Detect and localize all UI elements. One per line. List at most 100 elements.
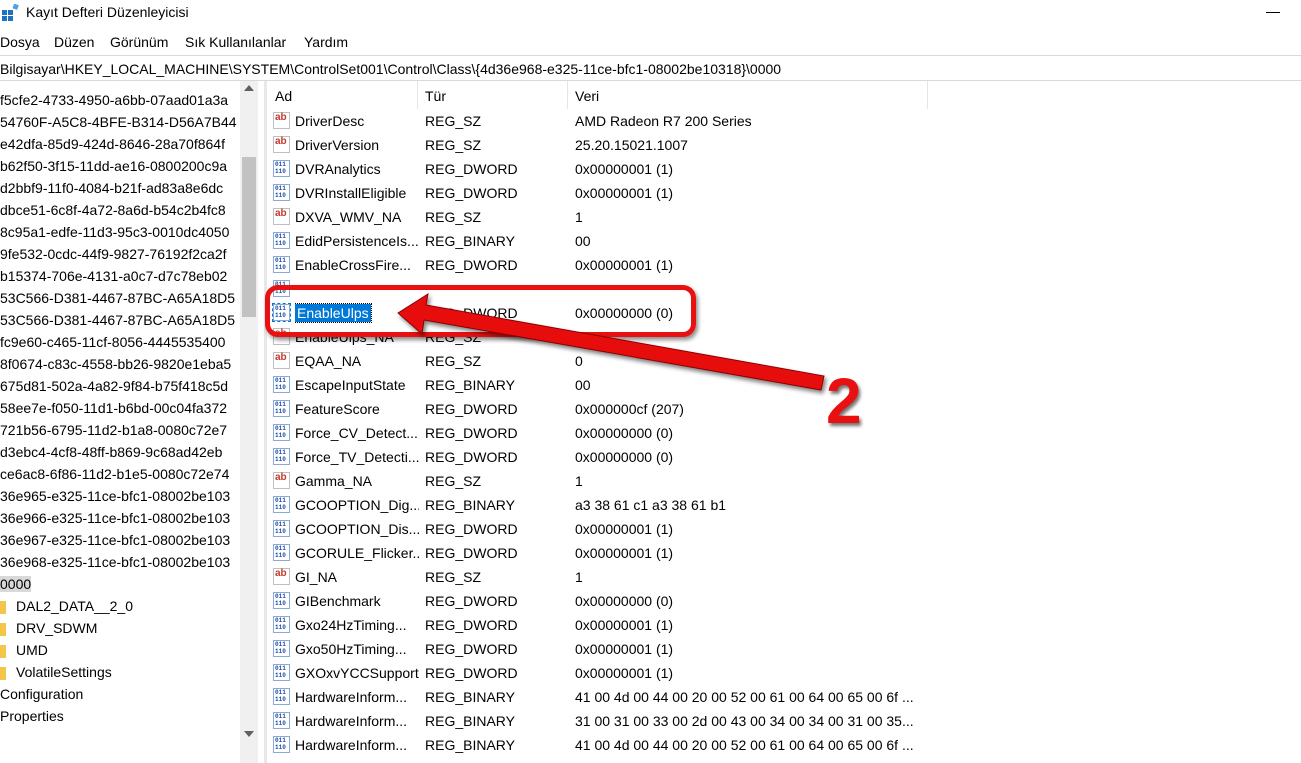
value-type: REG_DWORD xyxy=(425,545,518,561)
value-row[interactable]: DVRAnalytics REG_DWORD 0x00000001 (1) xyxy=(268,157,948,181)
binary-value-icon xyxy=(273,184,290,201)
tree-item-label: 8f0674-c83c-4558-bb26-9820e1eba5 xyxy=(0,356,232,372)
value-row[interactable]: HardwareInform... REG_BINARY 41 00 4d 00 4… xyxy=(268,733,948,757)
tree-item[interactable]: DRV_SDWM xyxy=(0,617,97,639)
value-row[interactable]: DXVA_WMV_NA REG_SZ 1 xyxy=(268,205,948,229)
value-data: 1 xyxy=(575,569,583,585)
menu-gorunum[interactable]: Görünüm xyxy=(110,34,168,50)
value-type: REG_SZ xyxy=(425,113,482,129)
value-row[interactable]: Force_TV_Detecti... REG_DWORD 0x00000000 (… xyxy=(268,445,948,469)
value-name: GI_NA xyxy=(295,565,419,589)
column-header-name[interactable]: Ad xyxy=(268,81,418,109)
value-name-text: DVRAnalytics xyxy=(295,161,381,177)
value-row[interactable]: GIBenchmark REG_DWORD 0x00000000 (0) xyxy=(268,589,948,613)
tree-item[interactable]: 36e967-e325-11ce-bfc1-08002be103 xyxy=(0,529,230,551)
tree-item[interactable]: d3ebc4-4cf8-48ff-b869-9c68ad42eb xyxy=(0,441,222,463)
tree-item[interactable]: DAL2_DATA__2_0 xyxy=(0,595,133,617)
tree-item[interactable]: 58ee7e-f050-11d1-b6bd-00c04fa372 xyxy=(0,397,227,419)
title-bar: Kayıt Defteri Düzenleyicisi xyxy=(0,0,1301,26)
value-row[interactable]: Gamma_NA REG_SZ 1 xyxy=(268,469,948,493)
scrollbar-thumb[interactable] xyxy=(242,157,256,317)
tree-item[interactable]: Configuration xyxy=(0,683,83,705)
value-row[interactable]: GI_NA REG_SZ 1 xyxy=(268,565,948,589)
scroll-up-arrow-icon[interactable] xyxy=(244,85,254,91)
value-row[interactable]: Gxo50HzTiming... REG_DWORD 0x00000001 (1) xyxy=(268,637,948,661)
tree-item[interactable]: b62f50-3f15-11dd-ae16-0800200c9a xyxy=(0,155,227,177)
tree-item[interactable]: Properties xyxy=(0,705,64,727)
value-name-text: Gxo24HzTiming... xyxy=(295,617,407,633)
tree-item[interactable]: b15374-706e-4131-a0c7-d7c78eb02 xyxy=(0,265,227,287)
value-data: 0x00000001 (1) xyxy=(575,545,674,561)
value-row[interactable]: GCOOPTION_Dig... REG_BINARY a3 38 61 c1 a3… xyxy=(268,493,948,517)
tree-item-label: 36e966-e325-11ce-bfc1-08002be103 xyxy=(0,510,231,526)
menu-dosya[interactable]: Dosya xyxy=(0,34,40,50)
address-bar[interactable]: Bilgisayar\HKEY_LOCAL_MACHINE\SYSTEM\Con… xyxy=(0,55,1301,81)
value-name-text: EQAA_NA xyxy=(295,353,362,369)
tree-item[interactable]: 8f0674-c83c-4558-bb26-9820e1eba5 xyxy=(0,353,231,375)
value-type: REG_SZ xyxy=(425,209,482,225)
tree-item[interactable]: e42dfa-85d9-424d-8646-28a70f864f xyxy=(0,133,225,155)
value-row[interactable]: GCORULE_Flicker... REG_DWORD 0x00000001 (1… xyxy=(268,541,948,565)
tree-item[interactable]: d2bbf9-11f0-4084-b21f-ad83a8e6dc xyxy=(0,177,223,199)
tree-item[interactable]: 54760F-A5C8-4BFE-B314-D56A7B44 xyxy=(0,111,237,133)
column-header-type[interactable]: Tür xyxy=(418,81,568,109)
tree-item[interactable]: UMD xyxy=(0,639,48,661)
folder-icon xyxy=(0,622,6,636)
value-data: 0x00000001 (1) xyxy=(575,617,674,633)
column-header-data[interactable]: Veri xyxy=(568,81,928,109)
menu-duzen[interactable]: Düzen xyxy=(54,34,94,50)
value-name-text: DXVA_WMV_NA xyxy=(295,209,402,225)
binary-value-icon xyxy=(273,688,290,705)
key-tree[interactable]: f5cfe2-4733-4950-a6bb-07aad01a3a 54760F-A… xyxy=(0,81,258,763)
tree-item[interactable]: 8c95a1-edfe-11d3-95c3-0010dc4050 xyxy=(0,221,229,243)
tree-item[interactable]: 36e968-e325-11ce-bfc1-08002be103 xyxy=(0,551,230,573)
value-name: GCORULE_Flicker... xyxy=(295,541,419,565)
menu-sik-kullanilanlar[interactable]: Sık Kullanılanlar xyxy=(185,34,286,50)
tree-item[interactable]: 36e966-e325-11ce-bfc1-08002be103 xyxy=(0,507,230,529)
tree-item[interactable]: f5cfe2-4733-4950-a6bb-07aad01a3a xyxy=(0,89,228,111)
value-row[interactable]: HardwareInform... REG_BINARY 41 00 4d 00 4… xyxy=(268,685,948,709)
tree-item[interactable]: ce6ac8-6f86-11d2-b1e5-0080c72e74 xyxy=(0,463,229,485)
value-row[interactable]: Gxo24HzTiming... REG_DWORD 0x00000001 (1) xyxy=(268,613,948,637)
value-name: GXOxvYCCSupport xyxy=(295,661,419,685)
binary-value-icon xyxy=(273,424,290,441)
value-name: HardwareInform... xyxy=(295,709,419,733)
highlight-box xyxy=(265,285,696,337)
binary-value-icon xyxy=(273,712,290,729)
value-name-text: DriverVersion xyxy=(295,137,380,153)
minimize-button[interactable] xyxy=(1262,12,1284,14)
value-name-text: GCOOPTION_Dig... xyxy=(295,497,419,513)
tree-item[interactable]: fc9e60-c465-11cf-8056-4445535400 xyxy=(0,331,225,353)
address-path[interactable]: Bilgisayar\HKEY_LOCAL_MACHINE\SYSTEM\Con… xyxy=(0,61,781,77)
menu-yardim[interactable]: Yardım xyxy=(304,34,348,50)
value-row[interactable]: DVRInstallEligible REG_DWORD 0x00000001 (1… xyxy=(268,181,948,205)
tree-item[interactable]: dbce51-6c8f-4a72-8a6d-b54c2b4fc8 xyxy=(0,199,226,221)
tree-item[interactable]: 721b56-6795-11d2-b1a8-0080c72e7 xyxy=(0,419,227,441)
value-data: 00 xyxy=(575,233,591,249)
tree-item[interactable]: 0000 xyxy=(0,573,32,595)
tree-item[interactable]: VolatileSettings xyxy=(0,661,112,683)
value-name: HardwareInform... xyxy=(295,733,419,757)
value-name: Force_TV_Detecti... xyxy=(295,445,419,469)
tree-item[interactable]: 53C566-D381-4467-87BC-A65A18D5 xyxy=(0,287,235,309)
tree-item[interactable]: 53C566-D381-4467-87BC-A65A18D5 xyxy=(0,309,235,331)
pane-splitter[interactable] xyxy=(264,81,267,763)
value-row[interactable]: EdidPersistenceIs... REG_BINARY 00 xyxy=(268,229,948,253)
tree-item-label: 36e967-e325-11ce-bfc1-08002be103 xyxy=(0,532,231,548)
tree-item[interactable]: 9fe532-0cdc-44f9-9827-76192f2ca2f xyxy=(0,243,227,265)
value-row[interactable]: DriverDesc REG_SZ AMD Radeon R7 200 Series xyxy=(268,109,948,133)
tree-item-label: d2bbf9-11f0-4084-b21f-ad83a8e6dc xyxy=(0,180,224,196)
value-row[interactable]: GCOOPTION_Dis... REG_DWORD 0x00000001 (1) xyxy=(268,517,948,541)
tree-item[interactable]: 675d81-502a-4a82-9f84-b75f418c5d xyxy=(0,375,228,397)
tree-scrollbar[interactable] xyxy=(240,81,258,763)
value-name: Force_CV_Detect... xyxy=(295,421,419,445)
scroll-down-arrow-icon[interactable] xyxy=(244,731,254,737)
tree-item-label: VolatileSettings xyxy=(16,664,112,680)
value-type: REG_DWORD xyxy=(425,449,518,465)
value-row[interactable]: GXOxvYCCSupport REG_DWORD 0x00000001 (1) xyxy=(268,661,948,685)
tree-item[interactable]: 36e965-e325-11ce-bfc1-08002be103 xyxy=(0,485,230,507)
value-row[interactable]: EnableCrossFire... REG_DWORD 0x00000001 (1… xyxy=(268,253,948,277)
value-row[interactable]: DriverVersion REG_SZ 25.20.15021.1007 xyxy=(268,133,948,157)
values-list[interactable]: Ad Tür Veri DriverDesc REG_SZ AMD Radeon R… xyxy=(268,81,1301,763)
value-row[interactable]: HardwareInform... REG_BINARY 31 00 31 00 3… xyxy=(268,709,948,733)
